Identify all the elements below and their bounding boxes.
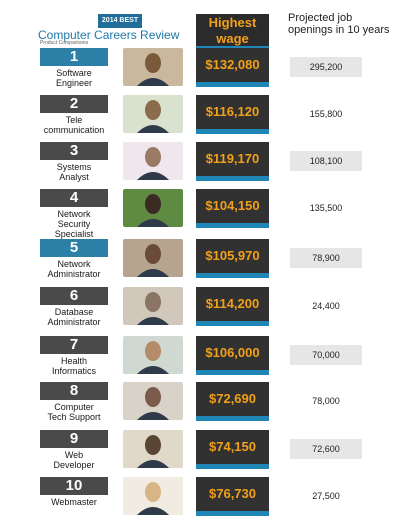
projected-openings: 295,200 [290, 57, 362, 77]
person-photo [123, 189, 183, 227]
wage-value: $106,000 [196, 336, 269, 375]
job-title-line: Administrator [47, 269, 101, 279]
person-photo [123, 430, 183, 468]
job-title-line: Analyst [59, 172, 89, 182]
rank-badge: 1 [40, 48, 108, 66]
rank-badge: 3 [40, 142, 108, 160]
table-row: 1 Software Engineer $132,080 295,200 [0, 48, 400, 98]
person-photo [123, 382, 183, 420]
job-title: Systems Analyst [37, 162, 111, 182]
projected-openings: 72,600 [290, 439, 362, 459]
wage-value: $72,690 [196, 382, 269, 421]
table-row: 3 Systems Analyst $119,170 108,100 [0, 142, 400, 192]
rank-badge: 9 [40, 430, 108, 448]
projected-openings: 108,100 [290, 151, 362, 171]
job-title-line: Computer [54, 402, 94, 412]
projected-openings: 24,400 [312, 301, 340, 311]
wage-value: $76,730 [196, 477, 269, 516]
job-title-line: Administrator [47, 317, 101, 327]
page-subtitle: Product Comparisons [40, 40, 89, 46]
job-title-line: Systems [56, 162, 92, 172]
person-photo [123, 48, 183, 86]
person-photo [123, 95, 183, 133]
job-title: Webmaster [37, 497, 111, 507]
rank-badge: 5 [40, 239, 108, 257]
rank-badge: 10 [40, 477, 108, 495]
job-title-line: Security [57, 219, 91, 229]
table-row: 8 Computer Tech Support $72,690 78,000 [0, 382, 400, 432]
wage-header-line-2: wage [216, 31, 249, 46]
job-title: Software Engineer [37, 68, 111, 88]
table-row: 10 Webmaster $76,730 27,500 [0, 477, 400, 527]
rank-badge: 8 [40, 382, 108, 400]
job-title: Health Informatics [37, 356, 111, 376]
job-title-line: Software [56, 68, 92, 78]
projected-openings: 78,000 [312, 396, 340, 406]
rank-badge: 7 [40, 336, 108, 354]
table-row: 2 Tele communication $116,120 155,800 [0, 95, 400, 145]
projected-openings: 70,000 [290, 345, 362, 365]
person-photo [123, 142, 183, 180]
job-title-line: Database [54, 307, 94, 317]
wage-column-header: Highest wage [196, 14, 269, 52]
job-title-line: Health [60, 356, 87, 366]
table-row: 4 Network Security Specialist $104,150 135,50… [0, 189, 400, 239]
job-title-line: Network [57, 209, 91, 219]
rank-badge: 2 [40, 95, 108, 113]
rank-badge: 6 [40, 287, 108, 305]
person-photo [123, 287, 183, 325]
table-row: 6 Database Administrator $114,200 24,400 [0, 287, 400, 337]
header-badge: 2014 BEST [98, 14, 142, 28]
person-photo [123, 477, 183, 515]
job-title: Network Security Specialist [37, 209, 111, 239]
job-title-line: Engineer [55, 78, 93, 88]
table-row: 5 Network Administrator $105,970 78,900 [0, 239, 400, 289]
job-title-line: Developer [53, 460, 95, 470]
job-title-line: Tech Support [47, 412, 101, 422]
projected-openings: 135,500 [309, 203, 343, 213]
wage-value: $114,200 [196, 287, 269, 326]
wage-value: $119,170 [196, 142, 269, 181]
job-title-line: Specialist [54, 229, 94, 239]
job-title: Web Developer [37, 450, 111, 470]
table-row: 7 Health Informatics $106,000 70,000 [0, 336, 400, 386]
wage-value: $74,150 [196, 430, 269, 469]
wage-header-line-1: Highest [208, 15, 257, 30]
projection-column-header: Projected job openings in 10 years [288, 12, 390, 36]
job-title: Computer Tech Support [37, 402, 111, 422]
projected-openings: 27,500 [312, 491, 340, 501]
projected-openings: 78,900 [290, 248, 362, 268]
person-photo [123, 336, 183, 374]
job-title-line: Informatics [51, 366, 96, 376]
table-row: 9 Web Developer $74,150 72,600 [0, 430, 400, 480]
job-title-line: Tele [65, 115, 83, 125]
wage-value: $132,080 [196, 48, 269, 87]
person-photo [123, 239, 183, 277]
job-title: Tele communication [37, 115, 111, 135]
wage-value: $105,970 [196, 239, 269, 278]
job-title-line: Webmaster [51, 497, 97, 507]
job-title-line: Network [57, 259, 91, 269]
wage-value: $116,120 [196, 95, 269, 134]
wage-value: $104,150 [196, 189, 269, 228]
projected-openings: 155,800 [309, 109, 343, 119]
job-title: Database Administrator [37, 307, 111, 327]
job-title-line: communication [43, 125, 105, 135]
rank-badge: 4 [40, 189, 108, 207]
job-title-line: Web [64, 450, 84, 460]
job-title: Network Administrator [37, 259, 111, 279]
